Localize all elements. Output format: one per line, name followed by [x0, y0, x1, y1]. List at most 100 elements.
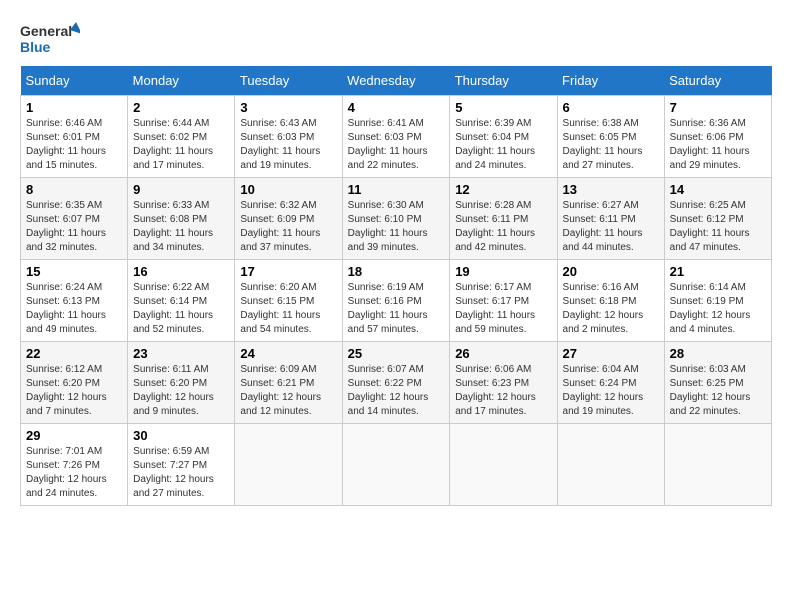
table-row: 21 Sunrise: 6:14 AM Sunset: 6:19 PM Dayl…	[664, 260, 771, 342]
day-info: Sunrise: 6:19 AM Sunset: 6:16 PM Dayligh…	[348, 281, 445, 337]
table-row: 10 Sunrise: 6:32 AM Sunset: 6:09 PM Dayl…	[235, 178, 342, 260]
logo: General Blue	[20, 20, 80, 56]
calendar-week-row: 8 Sunrise: 6:35 AM Sunset: 6:07 PM Dayli…	[21, 178, 772, 260]
day-number: 15	[26, 264, 122, 279]
day-number: 11	[348, 182, 445, 197]
day-info: Sunrise: 6:59 AM Sunset: 7:27 PM Dayligh…	[133, 445, 229, 501]
day-number: 27	[563, 346, 659, 361]
day-number: 8	[26, 182, 122, 197]
day-number: 30	[133, 428, 229, 443]
table-row	[664, 424, 771, 506]
header-saturday: Saturday	[664, 66, 771, 96]
table-row	[342, 424, 450, 506]
table-row: 22 Sunrise: 6:12 AM Sunset: 6:20 PM Dayl…	[21, 342, 128, 424]
day-info: Sunrise: 6:28 AM Sunset: 6:11 PM Dayligh…	[455, 199, 551, 255]
day-info: Sunrise: 6:32 AM Sunset: 6:09 PM Dayligh…	[240, 199, 336, 255]
day-number: 22	[26, 346, 122, 361]
day-number: 6	[563, 100, 659, 115]
day-info: Sunrise: 6:36 AM Sunset: 6:06 PM Dayligh…	[670, 117, 766, 173]
calendar-table: Sunday Monday Tuesday Wednesday Thursday…	[20, 66, 772, 506]
day-info: Sunrise: 6:20 AM Sunset: 6:15 PM Dayligh…	[240, 281, 336, 337]
table-row: 26 Sunrise: 6:06 AM Sunset: 6:23 PM Dayl…	[450, 342, 557, 424]
svg-text:General: General	[20, 23, 72, 39]
table-row: 18 Sunrise: 6:19 AM Sunset: 6:16 PM Dayl…	[342, 260, 450, 342]
day-number: 26	[455, 346, 551, 361]
table-row: 4 Sunrise: 6:41 AM Sunset: 6:03 PM Dayli…	[342, 96, 450, 178]
table-row: 11 Sunrise: 6:30 AM Sunset: 6:10 PM Dayl…	[342, 178, 450, 260]
day-info: Sunrise: 6:44 AM Sunset: 6:02 PM Dayligh…	[133, 117, 229, 173]
table-row: 29 Sunrise: 7:01 AM Sunset: 7:26 PM Dayl…	[21, 424, 128, 506]
day-info: Sunrise: 6:24 AM Sunset: 6:13 PM Dayligh…	[26, 281, 122, 337]
header-tuesday: Tuesday	[235, 66, 342, 96]
day-info: Sunrise: 6:09 AM Sunset: 6:21 PM Dayligh…	[240, 363, 336, 419]
day-info: Sunrise: 6:35 AM Sunset: 6:07 PM Dayligh…	[26, 199, 122, 255]
table-row: 14 Sunrise: 6:25 AM Sunset: 6:12 PM Dayl…	[664, 178, 771, 260]
day-number: 13	[563, 182, 659, 197]
day-info: Sunrise: 6:46 AM Sunset: 6:01 PM Dayligh…	[26, 117, 122, 173]
day-info: Sunrise: 6:06 AM Sunset: 6:23 PM Dayligh…	[455, 363, 551, 419]
day-info: Sunrise: 6:17 AM Sunset: 6:17 PM Dayligh…	[455, 281, 551, 337]
table-row: 7 Sunrise: 6:36 AM Sunset: 6:06 PM Dayli…	[664, 96, 771, 178]
day-number: 19	[455, 264, 551, 279]
day-info: Sunrise: 6:04 AM Sunset: 6:24 PM Dayligh…	[563, 363, 659, 419]
day-info: Sunrise: 6:27 AM Sunset: 6:11 PM Dayligh…	[563, 199, 659, 255]
day-number: 3	[240, 100, 336, 115]
table-row: 5 Sunrise: 6:39 AM Sunset: 6:04 PM Dayli…	[450, 96, 557, 178]
table-row: 2 Sunrise: 6:44 AM Sunset: 6:02 PM Dayli…	[128, 96, 235, 178]
table-row: 30 Sunrise: 6:59 AM Sunset: 7:27 PM Dayl…	[128, 424, 235, 506]
header-monday: Monday	[128, 66, 235, 96]
logo-svg: General Blue	[20, 20, 80, 56]
day-info: Sunrise: 6:11 AM Sunset: 6:20 PM Dayligh…	[133, 363, 229, 419]
table-row: 3 Sunrise: 6:43 AM Sunset: 6:03 PM Dayli…	[235, 96, 342, 178]
table-row: 9 Sunrise: 6:33 AM Sunset: 6:08 PM Dayli…	[128, 178, 235, 260]
day-number: 1	[26, 100, 122, 115]
day-number: 18	[348, 264, 445, 279]
day-info: Sunrise: 6:03 AM Sunset: 6:25 PM Dayligh…	[670, 363, 766, 419]
table-row: 27 Sunrise: 6:04 AM Sunset: 6:24 PM Dayl…	[557, 342, 664, 424]
header-thursday: Thursday	[450, 66, 557, 96]
day-number: 20	[563, 264, 659, 279]
table-row: 12 Sunrise: 6:28 AM Sunset: 6:11 PM Dayl…	[450, 178, 557, 260]
table-row	[557, 424, 664, 506]
calendar-week-row: 15 Sunrise: 6:24 AM Sunset: 6:13 PM Dayl…	[21, 260, 772, 342]
day-info: Sunrise: 6:33 AM Sunset: 6:08 PM Dayligh…	[133, 199, 229, 255]
day-info: Sunrise: 6:07 AM Sunset: 6:22 PM Dayligh…	[348, 363, 445, 419]
day-info: Sunrise: 6:41 AM Sunset: 6:03 PM Dayligh…	[348, 117, 445, 173]
table-row: 17 Sunrise: 6:20 AM Sunset: 6:15 PM Dayl…	[235, 260, 342, 342]
table-row	[450, 424, 557, 506]
page-header: General Blue	[20, 20, 772, 56]
table-row: 8 Sunrise: 6:35 AM Sunset: 6:07 PM Dayli…	[21, 178, 128, 260]
day-number: 23	[133, 346, 229, 361]
day-number: 7	[670, 100, 766, 115]
calendar-week-row: 22 Sunrise: 6:12 AM Sunset: 6:20 PM Dayl…	[21, 342, 772, 424]
day-info: Sunrise: 6:25 AM Sunset: 6:12 PM Dayligh…	[670, 199, 766, 255]
table-row: 20 Sunrise: 6:16 AM Sunset: 6:18 PM Dayl…	[557, 260, 664, 342]
day-number: 21	[670, 264, 766, 279]
calendar-week-row: 29 Sunrise: 7:01 AM Sunset: 7:26 PM Dayl…	[21, 424, 772, 506]
table-row: 15 Sunrise: 6:24 AM Sunset: 6:13 PM Dayl…	[21, 260, 128, 342]
table-row: 24 Sunrise: 6:09 AM Sunset: 6:21 PM Dayl…	[235, 342, 342, 424]
day-info: Sunrise: 6:43 AM Sunset: 6:03 PM Dayligh…	[240, 117, 336, 173]
day-info: Sunrise: 6:39 AM Sunset: 6:04 PM Dayligh…	[455, 117, 551, 173]
day-number: 24	[240, 346, 336, 361]
day-number: 12	[455, 182, 551, 197]
day-number: 16	[133, 264, 229, 279]
day-number: 5	[455, 100, 551, 115]
day-info: Sunrise: 6:16 AM Sunset: 6:18 PM Dayligh…	[563, 281, 659, 337]
day-info: Sunrise: 6:14 AM Sunset: 6:19 PM Dayligh…	[670, 281, 766, 337]
table-row: 28 Sunrise: 6:03 AM Sunset: 6:25 PM Dayl…	[664, 342, 771, 424]
day-info: Sunrise: 6:22 AM Sunset: 6:14 PM Dayligh…	[133, 281, 229, 337]
day-number: 28	[670, 346, 766, 361]
day-info: Sunrise: 6:30 AM Sunset: 6:10 PM Dayligh…	[348, 199, 445, 255]
day-number: 25	[348, 346, 445, 361]
day-number: 10	[240, 182, 336, 197]
table-row: 25 Sunrise: 6:07 AM Sunset: 6:22 PM Dayl…	[342, 342, 450, 424]
day-number: 4	[348, 100, 445, 115]
table-row: 1 Sunrise: 6:46 AM Sunset: 6:01 PM Dayli…	[21, 96, 128, 178]
day-number: 29	[26, 428, 122, 443]
table-row: 19 Sunrise: 6:17 AM Sunset: 6:17 PM Dayl…	[450, 260, 557, 342]
table-row: 13 Sunrise: 6:27 AM Sunset: 6:11 PM Dayl…	[557, 178, 664, 260]
table-row: 23 Sunrise: 6:11 AM Sunset: 6:20 PM Dayl…	[128, 342, 235, 424]
day-number: 14	[670, 182, 766, 197]
calendar-week-row: 1 Sunrise: 6:46 AM Sunset: 6:01 PM Dayli…	[21, 96, 772, 178]
